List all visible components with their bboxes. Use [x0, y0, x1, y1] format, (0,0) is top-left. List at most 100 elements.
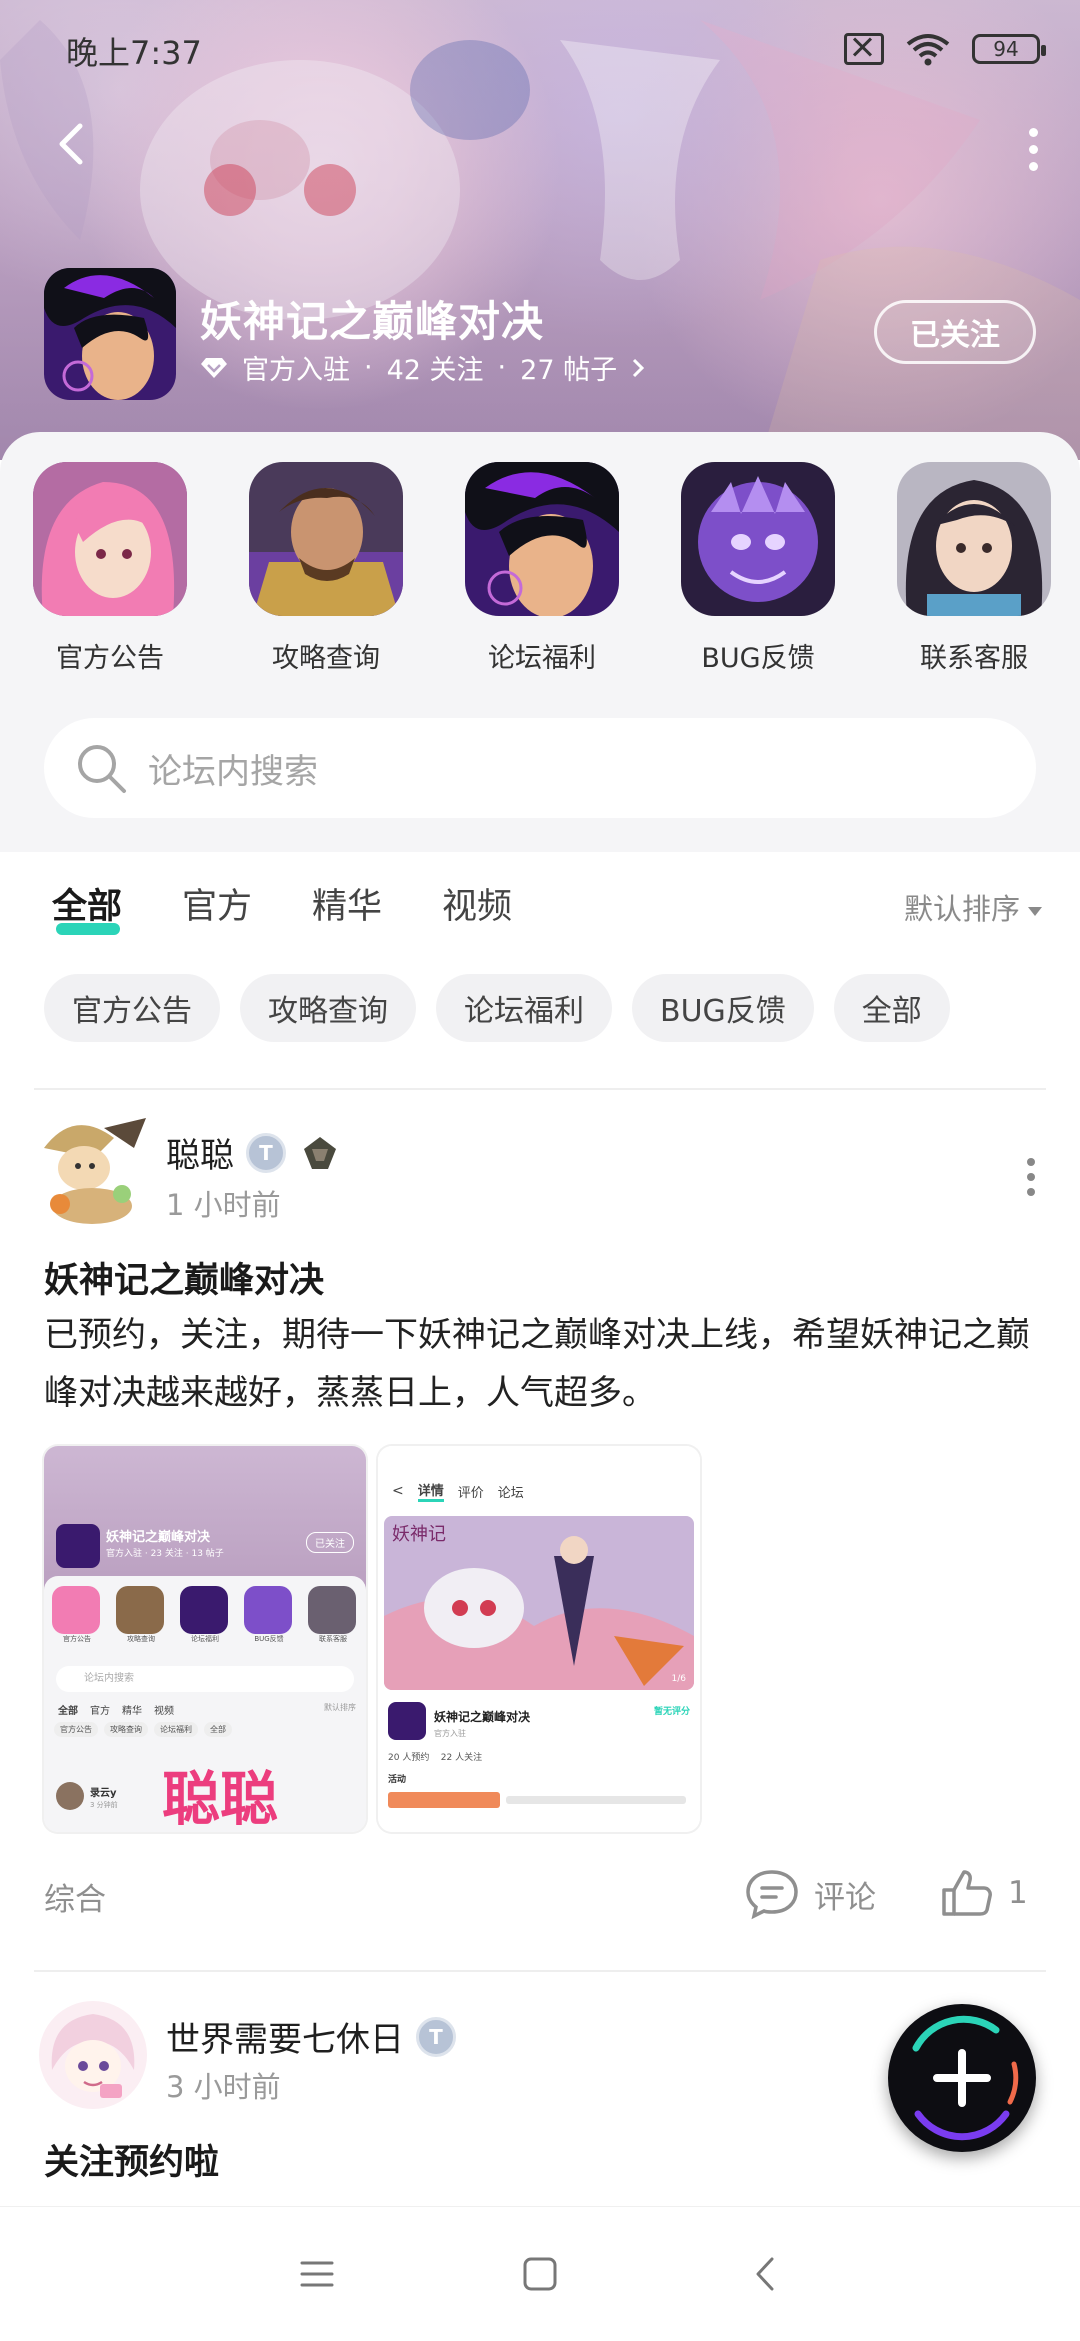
- announcements-icon: [33, 462, 187, 616]
- bug-report-icon: [681, 462, 835, 616]
- thumb-avatar: [56, 1782, 84, 1810]
- post-image[interactable]: < 详情 评价 论坛 妖神记 1/6 妖神记之巅峰对决 暂无评分 官方入驻 20…: [378, 1446, 700, 1832]
- chevron-right-icon: [633, 358, 645, 377]
- status-time: 晚上7:37: [66, 34, 202, 72]
- thumb-overlay-text: 聪聪: [162, 1765, 279, 1832]
- follow-button[interactable]: 已关注: [874, 300, 1036, 364]
- chip-welfare[interactable]: 论坛福利: [436, 974, 612, 1042]
- thumb2-title: 妖神记之巅峰对决: [434, 1710, 531, 1724]
- posts-count[interactable]: 27 帖子: [520, 348, 617, 387]
- post-title: 关注预约啦: [44, 2143, 220, 2183]
- nav-back-icon[interactable]: [746, 2253, 788, 2295]
- post-more-icon[interactable]: [1026, 1158, 1036, 1196]
- thumb-tabs: 全部 官方 精华 视频: [58, 1706, 174, 1717]
- game-meta: 官方入驻 · 42 关注 · 27 帖子: [200, 348, 645, 387]
- shortcut-welfare[interactable]: 论坛福利: [464, 462, 620, 675]
- shortcut-label: 攻略查询: [272, 643, 380, 674]
- status-icons: 94: [844, 32, 1046, 66]
- welfare-icon: [465, 462, 619, 616]
- shortcut-announcements[interactable]: 官方公告: [32, 462, 188, 675]
- thumb-user-time: 3 分钟前: [90, 1801, 118, 1809]
- like-button[interactable]: 1: [940, 1868, 1028, 1918]
- thumb-title: 妖神记之巅峰对决: [106, 1530, 211, 1545]
- like-count: 1: [1008, 1875, 1028, 1911]
- level-badge-icon: T: [246, 1132, 286, 1173]
- level-badge-icon: T: [416, 2016, 456, 2057]
- thumb2-page: 1/6: [671, 1674, 686, 1684]
- chip-guides[interactable]: 攻略查询: [240, 974, 416, 1042]
- thumb-follow: 已关注: [306, 1532, 354, 1553]
- thumb2-activity-line: [506, 1796, 686, 1804]
- tab-featured[interactable]: 精华: [312, 878, 382, 929]
- post-time: 3 小时前: [166, 2070, 281, 2104]
- shortcut-label: 联系客服: [920, 643, 1028, 674]
- menu-icon[interactable]: [296, 2253, 338, 2295]
- game-icon: [44, 268, 176, 400]
- search-icon: [78, 745, 126, 793]
- divider: [34, 1970, 1046, 1972]
- more-options-icon[interactable]: [1026, 128, 1040, 171]
- tab-official[interactable]: 官方: [182, 878, 252, 929]
- medal-icon: [304, 1136, 336, 1169]
- official-label: 官方入驻: [242, 355, 350, 386]
- shortcut-label: 官方公告: [56, 643, 164, 674]
- divider: [34, 1088, 1046, 1090]
- back-arrow-icon[interactable]: [46, 118, 98, 170]
- meta-dot: ·: [497, 352, 507, 383]
- thumb-sort: 默认排序: [324, 1703, 356, 1712]
- post-author: 世界需要七休日 T: [166, 2012, 456, 2061]
- post-image[interactable]: 妖神记之巅峰对决 官方入驻 · 23 关注 · 13 帖子 已关注 官方公告 攻…: [44, 1446, 366, 1832]
- comment-icon: [746, 1870, 798, 1920]
- search-placeholder: 论坛内搜索: [148, 751, 318, 792]
- thumb2-tabs: < 详情 评价 论坛: [392, 1480, 524, 1502]
- post-title: 妖神记之巅峰对决: [44, 1261, 325, 1301]
- feed-tabs: 全部 官方 精华 视频: [52, 878, 512, 935]
- tab-all[interactable]: 全部: [52, 878, 122, 935]
- svg-text:妖神记: 妖神记: [392, 1524, 446, 1545]
- author-name[interactable]: 聪聪: [166, 1128, 234, 1177]
- system-nav-bar: [0, 2206, 1080, 2341]
- official-diamond-icon: [201, 357, 227, 378]
- post-body: 已预约，关注，期待一下妖神记之巅峰对决上线，希望妖神记之巅峰对决越来越好，蒸蒸日…: [44, 1315, 1030, 1413]
- thumb-chips: 官方公告 攻略查询 论坛福利 全部: [54, 1722, 232, 1737]
- author-name[interactable]: 世界需要七休日: [166, 2012, 404, 2061]
- tab-video[interactable]: 视频: [442, 878, 512, 929]
- plus-icon: [933, 2049, 991, 2107]
- comment-button[interactable]: 评论: [744, 1868, 876, 1920]
- thumb-meta: 官方入驻 · 23 关注 · 13 帖子: [106, 1549, 224, 1559]
- shortcut-customer-service[interactable]: 联系客服: [896, 462, 1052, 675]
- shortcut-bug-report[interactable]: BUG反馈: [680, 462, 836, 675]
- chip-announcements[interactable]: 官方公告: [44, 974, 220, 1042]
- forum-search-bar[interactable]: 论坛内搜索: [44, 718, 1036, 818]
- status-bar: 晚上7:37 94: [0, 0, 1080, 96]
- guides-icon: [249, 462, 403, 616]
- shortcut-label: BUG反馈: [701, 643, 815, 674]
- chip-all[interactable]: 全部: [833, 974, 950, 1042]
- new-post-button[interactable]: [888, 2004, 1036, 2152]
- sort-dropdown[interactable]: 默认排序: [904, 886, 1042, 928]
- chip-bug-report[interactable]: BUG反馈: [632, 974, 814, 1042]
- avatar[interactable]: [34, 1108, 154, 1228]
- thumb-game-icon: [56, 1524, 100, 1568]
- avatar[interactable]: [38, 2000, 148, 2110]
- thumb2-activity-tag: [388, 1792, 500, 1808]
- battery-icon: 94: [972, 34, 1046, 64]
- shortcut-label: 论坛福利: [488, 643, 596, 674]
- post-category-tag[interactable]: 综合: [44, 1874, 106, 1919]
- home-icon[interactable]: [519, 2253, 561, 2295]
- thumb2-official: 官方入驻: [434, 1729, 466, 1738]
- thumb-shortcuts: 官方公告 攻略查询 论坛福利 BUG反馈 联系客服: [52, 1586, 358, 1644]
- thumbs-up-icon: [942, 1870, 992, 1916]
- thumb2-banner: 妖神记 1/6: [384, 1516, 694, 1690]
- post-time: 1 小时前: [166, 1188, 281, 1222]
- category-chips: 官方公告 攻略查询 论坛福利 BUG反馈 全部: [44, 974, 950, 1042]
- meta-dot: ·: [364, 352, 373, 383]
- thumb2-game-icon: [388, 1702, 426, 1740]
- game-title: 妖神记之巅峰对决: [200, 297, 545, 346]
- thumb2-stats: 20 人预约 22 人关注: [388, 1753, 483, 1763]
- caret-down-icon: [1028, 906, 1042, 916]
- sort-label: 默认排序: [903, 892, 1020, 926]
- shortcut-guides[interactable]: 攻略查询: [248, 462, 404, 675]
- thumb-user: 录云y: [90, 1788, 117, 1799]
- thumb-search: 论坛内搜索: [56, 1666, 354, 1692]
